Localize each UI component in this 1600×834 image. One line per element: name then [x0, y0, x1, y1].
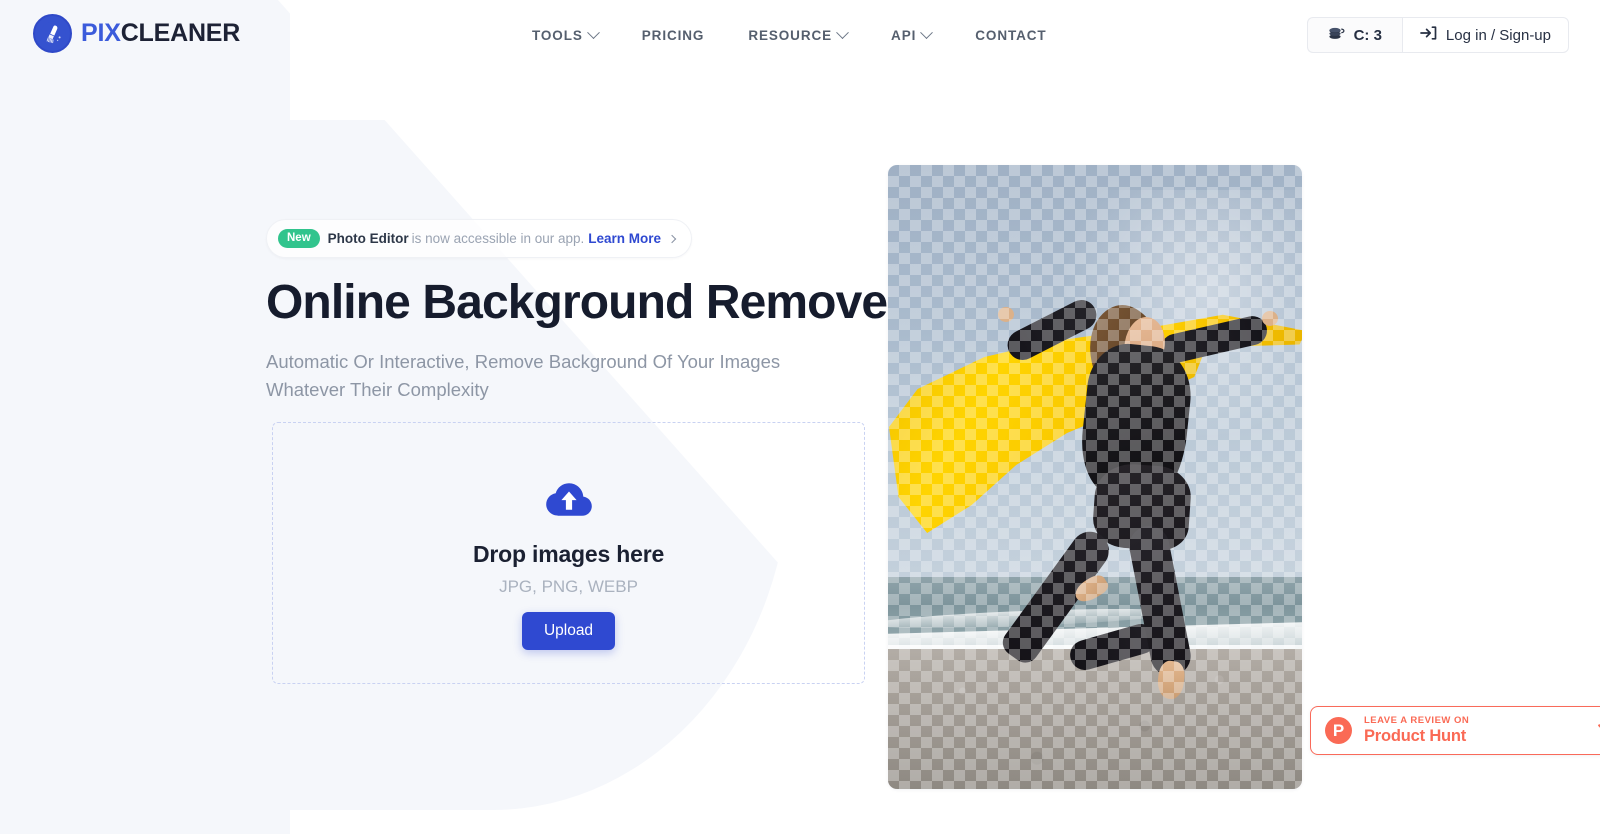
nav-item-contact[interactable]: CONTACT [975, 24, 1068, 47]
product-hunt-review-badge[interactable]: P LEAVE A REVIEW ON Product Hunt [1310, 706, 1600, 755]
credits-button[interactable]: C: 3 [1306, 17, 1402, 53]
sign-in-icon [1420, 25, 1437, 45]
logo-text-pix: PIX [81, 19, 121, 47]
announcement-banner[interactable]: New Photo Editor is now accessible in ou… [266, 219, 693, 258]
nav-label: TOOLS [532, 28, 583, 43]
page-subtitle: Automatic Or Interactive, Remove Backgro… [266, 351, 781, 400]
nav-item-api[interactable]: API [891, 24, 953, 47]
jumping-woman-subject [888, 165, 1302, 789]
page-root: PIXCLEANER TOOLS PRICING RESOURCE API CO… [0, 0, 1600, 834]
dropzone-title: Drop images here [472, 541, 665, 567]
cloud-upload-icon [545, 481, 593, 524]
chevron-down-icon [586, 26, 600, 40]
dropzone-formats: JPG, PNG, WEBP [499, 577, 638, 596]
nav-label: PRICING [641, 28, 705, 43]
chevron-down-icon [836, 26, 849, 40]
nav-item-pricing[interactable]: PRICING [642, 24, 727, 47]
star-outline-icon[interactable] [1596, 714, 1600, 748]
logo[interactable]: PIXCLEANER [33, 14, 240, 53]
nav-label: API [891, 28, 917, 43]
coins-icon [1328, 26, 1345, 45]
logo-wordmark: PIXCLEANER [81, 19, 240, 48]
nav-label: RESOURCE [748, 28, 833, 43]
header-actions: C: 3 Log in / Sign-up [1306, 17, 1569, 53]
chevron-down-icon [920, 26, 934, 40]
nav-item-tools[interactable]: TOOLS [532, 24, 620, 47]
right-hand [1262, 311, 1278, 326]
chevron-right-icon [667, 234, 677, 243]
login-signup-button[interactable]: Log in / Sign-up [1401, 17, 1569, 53]
brush-circle-icon [33, 14, 72, 53]
nav-label: CONTACT [975, 28, 1047, 43]
announcement-text: is now accessible in our app. [411, 231, 585, 246]
file-dropzone[interactable]: Drop images here JPG, PNG, WEBP Upload [272, 422, 865, 684]
upload-button[interactable]: Upload [521, 612, 616, 650]
product-hunt-title: Product Hunt [1364, 726, 1467, 745]
learn-more-link[interactable]: Learn More [588, 231, 661, 246]
nav-item-resource[interactable]: RESOURCE [748, 24, 869, 47]
left-hand [998, 307, 1014, 322]
product-hunt-logo-icon: P [1325, 717, 1352, 744]
login-label: Log in / Sign-up [1445, 26, 1551, 44]
product-hunt-small-label: LEAVE A REVIEW ON [1364, 714, 1470, 726]
credits-label: C: 3 [1353, 26, 1382, 44]
page-title: Online Background Remover [266, 276, 906, 329]
product-hunt-labels: LEAVE A REVIEW ON Product Hunt [1364, 714, 1584, 745]
beach-scene-image [888, 165, 1302, 789]
logo-text-cleaner: CLEANER [120, 19, 241, 47]
site-header: PIXCLEANER TOOLS PRICING RESOURCE API CO… [0, 0, 1600, 68]
main-navigation: TOOLS PRICING RESOURCE API CONTACT [532, 24, 1069, 47]
front-foot [1155, 659, 1187, 701]
preview-image-panel [888, 165, 1302, 789]
announcement-bold-text: Photo Editor [327, 231, 409, 246]
new-badge: New [278, 229, 320, 248]
